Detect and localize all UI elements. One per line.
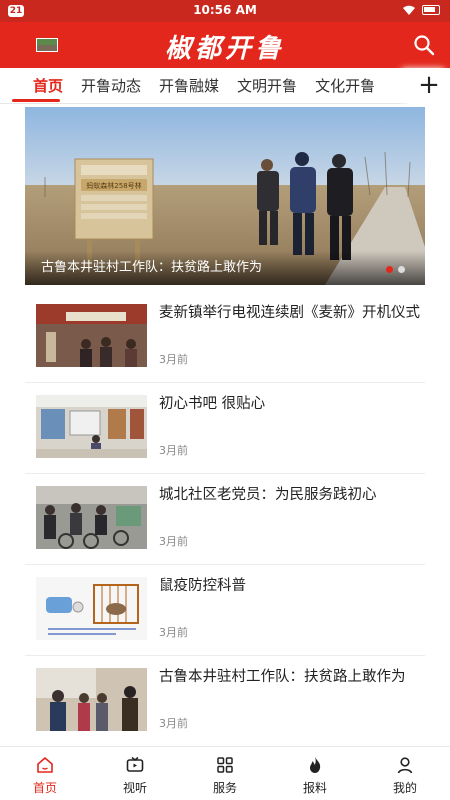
news-item[interactable]: 初心书吧 很贴心 3月前: [25, 383, 425, 474]
banner-sign-text: 蚂蚁森林258号林: [86, 181, 141, 190]
add-tab-button[interactable]: +: [408, 68, 450, 104]
nav-services[interactable]: 服务: [180, 747, 270, 800]
search-icon[interactable]: [412, 33, 436, 57]
bottom-nav: 首页 视听 服务 报料 我的: [0, 746, 450, 800]
status-time: 10:56 AM: [193, 3, 257, 17]
rodent-cage-illustration: [36, 577, 147, 640]
grid-icon: [217, 757, 233, 773]
news-item[interactable]: 麦新镇举行电视连续剧《麦新》开机仪式 3月前: [25, 292, 425, 383]
nav-label-video: 视听: [122, 781, 147, 795]
nav-label-home: 首页: [32, 781, 57, 795]
news-time: 3月前: [159, 717, 188, 730]
tab-kailu-media[interactable]: 开鲁融媒: [150, 68, 228, 104]
carousel-dot: [398, 266, 405, 273]
news-title: 鼠疫防控科普: [159, 578, 246, 594]
tab-civility[interactable]: 文明开鲁: [228, 68, 306, 104]
battery-icon: [422, 5, 440, 15]
tv-icon: [126, 756, 144, 772]
news-item[interactable]: 城北社区老党员：为民服务践初心 3月前: [25, 474, 425, 565]
nav-video[interactable]: 视听: [90, 747, 180, 800]
nav-home[interactable]: 首页: [0, 747, 90, 800]
community-bikes-photo: [36, 486, 147, 549]
nav-profile[interactable]: 我的: [360, 747, 450, 800]
wifi-icon: [403, 5, 415, 15]
nav-label-report: 报料: [302, 781, 327, 795]
tab-home[interactable]: 首页: [0, 68, 72, 104]
ceremony-photo: [36, 304, 147, 367]
user-icon: [397, 757, 413, 774]
category-tabs: 首页 开鲁动态 开鲁融媒 文明开鲁 文化开鲁: [0, 68, 450, 104]
nav-report[interactable]: 报料: [270, 747, 360, 800]
news-title: 初心书吧 很贴心: [159, 396, 266, 412]
nav-label-services: 服务: [212, 781, 237, 795]
news-title: 古鲁本井驻村工作队：扶贫路上敢作为: [159, 669, 406, 685]
carousel-indicator: [386, 266, 405, 273]
app-title: 椒都开鲁: [164, 34, 285, 64]
news-item[interactable]: 古鲁本井驻村工作队：扶贫路上敢作为 3月前: [25, 656, 425, 747]
nav-label-profile: 我的: [392, 781, 417, 795]
news-list: 麦新镇举行电视连续剧《麦新》开机仪式 3月前 初心书吧 很贴心 3月前 城北社区…: [25, 292, 425, 747]
news-title: 麦新镇举行电视连续剧《麦新》开机仪式: [159, 305, 420, 321]
tab-kailu-news[interactable]: 开鲁动态: [72, 68, 150, 104]
news-title: 城北社区老党员：为民服务践初心: [159, 487, 377, 503]
news-time: 3月前: [159, 444, 188, 457]
status-bar: 21 10:56 AM: [0, 0, 450, 22]
banner-carousel[interactable]: 蚂蚁森林258号林 古鲁本井驻村工作队：扶贫路上敢作为: [25, 107, 425, 285]
reading-room-photo: [36, 395, 147, 458]
news-time: 3月前: [159, 535, 188, 548]
app-header: 椒都开鲁: [0, 22, 450, 68]
village-visit-photo: [36, 668, 147, 731]
news-item[interactable]: 鼠疫防控科普 3月前: [25, 565, 425, 656]
carousel-dot-active: [386, 266, 393, 273]
tab-culture[interactable]: 文化开鲁: [306, 68, 384, 104]
home-icon: [37, 757, 53, 773]
news-time: 3月前: [159, 626, 188, 639]
banner-caption[interactable]: 古鲁本井驻村工作队：扶贫路上敢作为: [25, 251, 425, 285]
news-time: 3月前: [159, 353, 188, 366]
flame-icon: [310, 757, 321, 773]
